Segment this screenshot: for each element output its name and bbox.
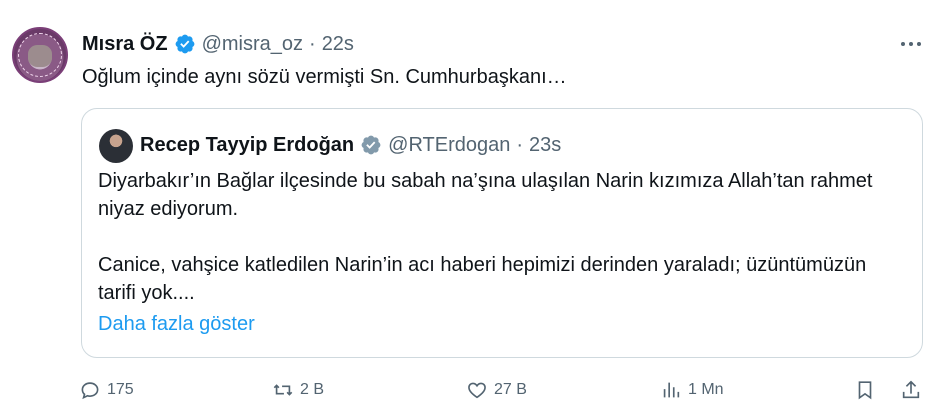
show-more-link[interactable]: Daha fazla göster <box>98 313 255 336</box>
quoted-tweet[interactable]: Recep Tayyip Erdoğan @RTErdogan · 23s Di… <box>81 108 923 358</box>
bookmark-icon <box>858 381 872 400</box>
view-count: 1 Mn <box>688 381 724 398</box>
author-name[interactable]: Mısra ÖZ <box>82 33 168 56</box>
quoted-author-name: Recep Tayyip Erdoğan <box>140 133 355 156</box>
tweet-text: Oğlum içinde aynı sözü vermişti Sn. Cumh… <box>82 66 567 88</box>
views-icon <box>663 382 680 398</box>
like-icon <box>468 382 486 399</box>
action-bar: 175 2 B 27 B 1 Mn <box>76 378 936 402</box>
quoted-author-handle: @RTErdogan <box>388 133 511 156</box>
reply-count: 175 <box>107 381 134 398</box>
reply-icon <box>81 382 99 400</box>
more-icon[interactable] <box>898 34 924 54</box>
quoted-tweet-text: Diyarbakır’ın Bağlar ilçesinde bu sabah … <box>98 167 908 307</box>
share-button[interactable] <box>900 378 922 402</box>
separator: · <box>309 32 316 55</box>
reply-button[interactable]: 175 <box>79 378 134 402</box>
quoted-tweet-header: Recep Tayyip Erdoğan @RTErdogan · 23s <box>140 131 561 159</box>
quoted-author-avatar[interactable] <box>99 129 133 163</box>
views-button[interactable]: 1 Mn <box>660 378 724 402</box>
like-button[interactable]: 27 B <box>466 378 527 402</box>
share-icon <box>902 380 920 399</box>
quoted-paragraph: Diyarbakır’ın Bağlar ilçesinde bu sabah … <box>98 170 873 220</box>
tweet[interactable]: Mısra ÖZ @misra_oz · 22s Oğlum içinde ay… <box>0 0 948 400</box>
retweet-icon <box>273 384 293 396</box>
bookmark-button[interactable] <box>854 378 876 402</box>
timestamp[interactable]: 22s <box>322 33 354 56</box>
avatar-photo <box>28 45 52 67</box>
verified-badge-icon <box>361 135 381 155</box>
author-handle[interactable]: @misra_oz <box>202 33 303 56</box>
like-count: 27 B <box>494 381 527 398</box>
quoted-paragraph: Canice, vahşice katledilen Narin’in acı … <box>98 254 867 304</box>
retweet-button[interactable]: 2 B <box>272 378 324 402</box>
quoted-timestamp: 23s <box>529 133 562 156</box>
tweet-header: Mısra ÖZ @misra_oz · 22s <box>82 30 354 58</box>
verified-badge-icon <box>175 34 194 54</box>
separator: · <box>516 133 524 156</box>
author-avatar[interactable] <box>12 27 68 83</box>
retweet-count: 2 B <box>300 381 325 398</box>
